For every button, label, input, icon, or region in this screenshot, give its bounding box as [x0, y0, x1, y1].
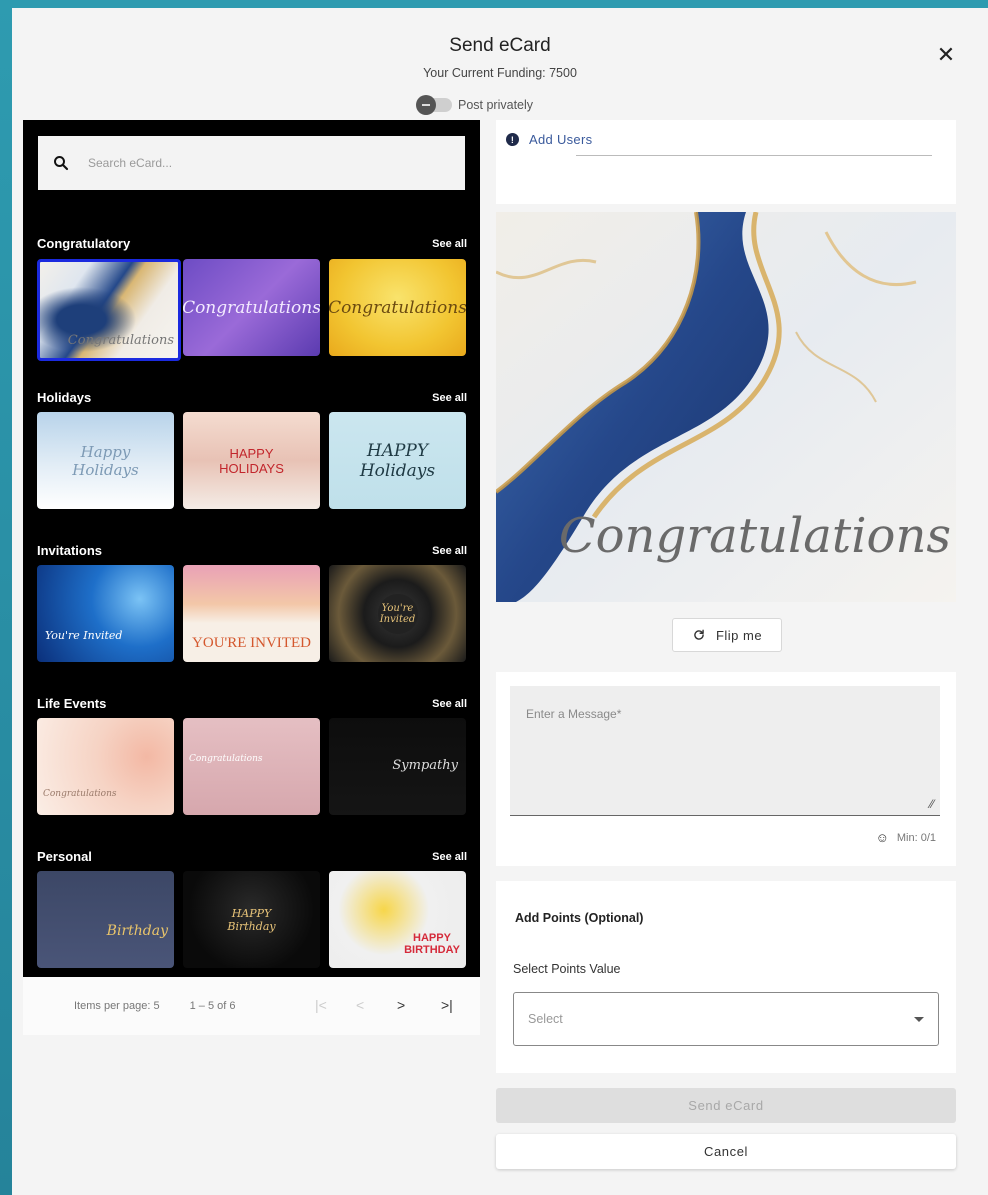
- add-users-label: Add Users: [529, 132, 593, 147]
- category-header-holidays: Holidays See all: [37, 390, 467, 405]
- items-per-page[interactable]: Items per page: 5: [74, 1000, 160, 1012]
- category-title: Personal: [37, 849, 92, 864]
- see-all-link[interactable]: See all: [432, 238, 467, 250]
- ecard-thumbnail[interactable]: HAPPY BIRTHDAY: [329, 871, 466, 968]
- category-header-invitations: Invitations See all: [37, 543, 467, 558]
- ecard-thumbnail[interactable]: HAPPY HOLIDAYS: [183, 412, 320, 509]
- ecard-thumbnail[interactable]: You're Invited: [37, 565, 174, 662]
- ecard-thumbnail[interactable]: You're Invited: [329, 565, 466, 662]
- category-header-congratulatory: Congratulatory See all: [37, 236, 467, 251]
- resize-handle-icon[interactable]: ⁄⁄: [930, 797, 934, 811]
- ecard-thumbnail[interactable]: HAPPY Holidays: [329, 412, 466, 509]
- first-page-button[interactable]: |<: [315, 997, 327, 1013]
- send-ecard-button[interactable]: Send eCard: [496, 1088, 956, 1123]
- add-users-field[interactable]: ! Add Users: [506, 132, 592, 147]
- flip-me-label: Flip me: [715, 627, 763, 643]
- post-privately-toggle-row[interactable]: Post privately: [416, 95, 534, 115]
- search-icon: [54, 156, 69, 171]
- category-title: Holidays: [37, 390, 92, 405]
- ecard-thumbnail[interactable]: Happy Holidays: [37, 412, 174, 509]
- add-points-title: Add Points (Optional): [515, 911, 644, 925]
- select-points-label: Select Points Value: [513, 962, 621, 976]
- points-select[interactable]: Select: [513, 992, 939, 1046]
- ecard-thumbnail[interactable]: Sympathy: [329, 718, 466, 815]
- info-icon: !: [506, 133, 519, 146]
- category-title: Invitations: [37, 543, 103, 558]
- see-all-link[interactable]: See all: [432, 545, 467, 557]
- prev-page-button[interactable]: <: [356, 997, 364, 1013]
- message-card: ⁄⁄ ☺ Min: 0/1: [496, 672, 956, 866]
- ecard-gallery: Congratulatory See all Congratulations C…: [23, 120, 480, 977]
- ecard-preview-art: Congratulations: [496, 212, 956, 602]
- category-title: Life Events: [37, 696, 107, 711]
- add-users-underline: [576, 155, 932, 156]
- gallery-pagination: Items per page: 5 1 – 5 of 6 |< < > >|: [23, 977, 480, 1035]
- category-header-personal: Personal See all: [37, 849, 467, 864]
- ecard-thumbnail[interactable]: Congratulations: [329, 259, 466, 356]
- ecard-preview: Congratulations: [496, 212, 956, 602]
- see-all-link[interactable]: See all: [432, 392, 467, 404]
- ecard-thumbnail[interactable]: Congratulations: [183, 259, 320, 356]
- cancel-button[interactable]: Cancel: [496, 1134, 956, 1169]
- see-all-link[interactable]: See all: [432, 851, 467, 863]
- add-users-card: ! Add Users: [496, 120, 956, 204]
- points-select-value: Select: [528, 1012, 563, 1026]
- ecard-thumbnail[interactable]: YOU'RE INVITED: [183, 565, 320, 662]
- refresh-icon: [694, 629, 704, 640]
- search-input[interactable]: [88, 156, 428, 170]
- message-counter: ☺ Min: 0/1: [876, 830, 936, 845]
- next-page-button[interactable]: >: [397, 997, 405, 1013]
- search-bar[interactable]: [38, 136, 465, 190]
- post-privately-label: Post privately: [458, 98, 534, 112]
- see-all-link[interactable]: See all: [432, 698, 467, 710]
- flip-me-button[interactable]: Flip me: [672, 618, 782, 652]
- message-field[interactable]: ⁄⁄: [510, 686, 940, 816]
- category-title: Congratulatory: [37, 236, 131, 251]
- post-privately-toggle[interactable]: [416, 95, 452, 115]
- last-page-button[interactable]: >|: [441, 997, 453, 1013]
- ecard-thumbnail[interactable]: Congratulations: [37, 259, 181, 361]
- ecard-thumbnail[interactable]: Birthday: [37, 871, 174, 968]
- category-header-life-events: Life Events See all: [37, 696, 467, 711]
- chevron-down-icon: [914, 1016, 924, 1022]
- emoji-icon[interactable]: ☺: [876, 830, 889, 845]
- add-points-card: Add Points (Optional) Select Points Valu…: [496, 881, 956, 1073]
- page-range: 1 – 5 of 6: [189, 1000, 236, 1012]
- ecard-thumbnail[interactable]: Congratulations: [37, 718, 174, 815]
- message-input[interactable]: [510, 686, 940, 815]
- current-funding: Your Current Funding: 7500: [423, 66, 577, 80]
- dialog-title: Send eCard: [449, 35, 551, 56]
- close-icon[interactable]: ✕: [935, 44, 957, 66]
- toggle-knob: [416, 95, 436, 115]
- ecard-thumbnail[interactable]: HAPPY Birthday: [183, 871, 320, 968]
- min-count: Min: 0/1: [896, 831, 936, 844]
- ecard-thumbnail[interactable]: Congratulations: [183, 718, 320, 815]
- preview-text: Congratulations: [559, 508, 951, 564]
